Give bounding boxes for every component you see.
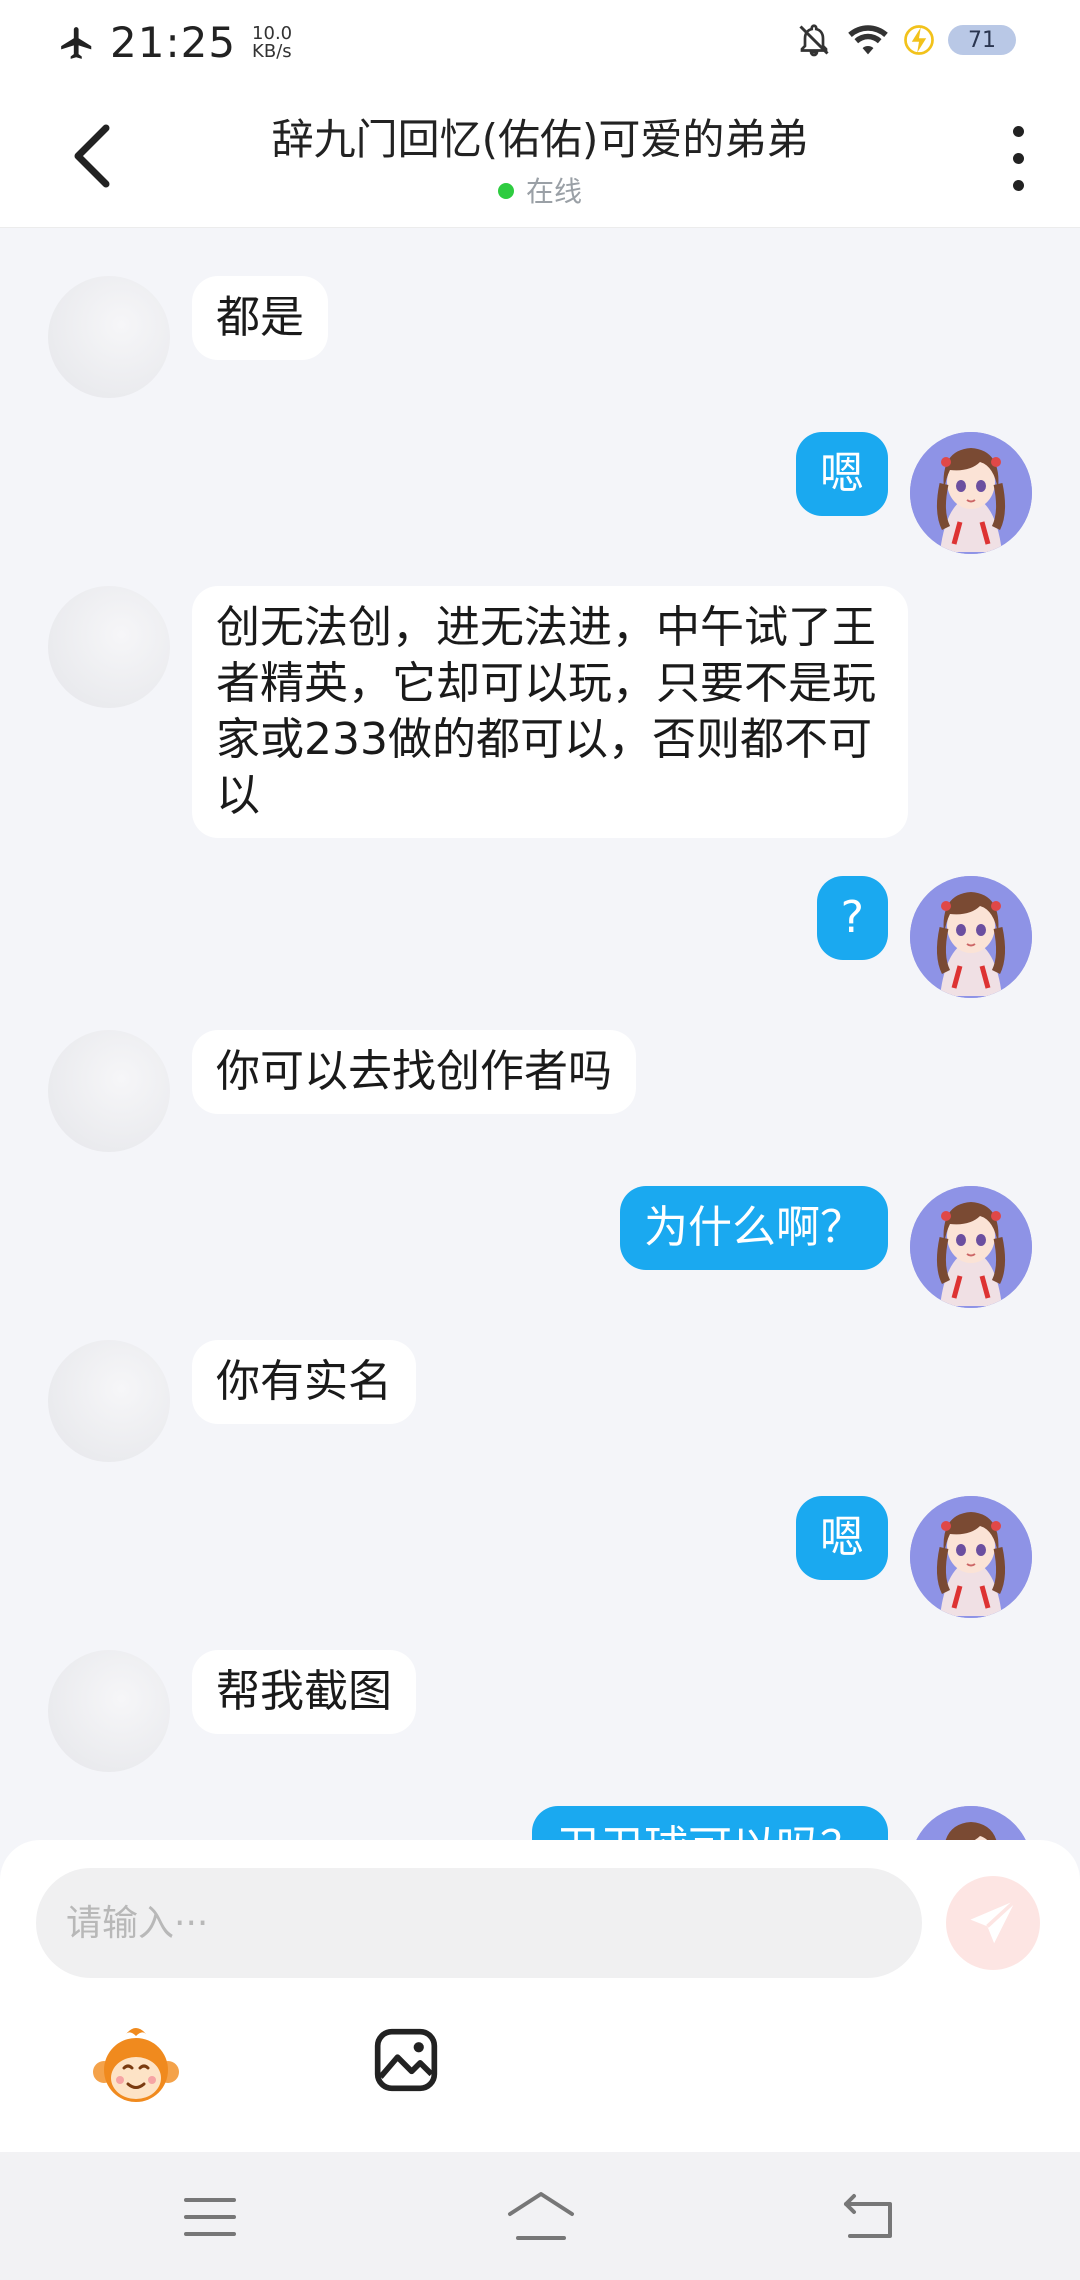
contact-avatar[interactable] — [48, 1650, 170, 1772]
message-bubble-sent[interactable]: 为什么啊？ — [620, 1186, 888, 1270]
send-button[interactable] — [946, 1876, 1040, 1970]
image-button[interactable] — [372, 2026, 440, 2094]
chat-title: 辞九门回忆(佑佑)可爱的弟弟 — [271, 115, 809, 164]
message-bubble-sent[interactable]: 卫卫球可以吗？ — [532, 1806, 888, 1840]
send-icon — [970, 1899, 1017, 1944]
home-button[interactable] — [506, 2190, 576, 2242]
battery-icon: 71 — [948, 25, 1016, 55]
message-bubble-received[interactable]: 创无法创，进无法进，中午试了王者精英，它却可以玩，只要不是玩家或233做的都可以… — [192, 586, 908, 838]
back-nav-button[interactable] — [842, 2192, 896, 2240]
image-icon — [374, 2028, 438, 2092]
message-bubble-sent[interactable]: ? — [816, 876, 888, 960]
message-composer — [0, 1840, 1080, 2152]
status-bar-right: 71 — [782, 22, 1016, 58]
wifi-icon — [848, 25, 888, 55]
mute-icon — [799, 24, 829, 57]
network-speed: 10.0 KB/s — [252, 22, 293, 62]
contact-avatar[interactable] — [48, 586, 170, 708]
anime-girl-avatar-icon — [910, 1186, 1032, 1308]
user-avatar[interactable] — [910, 876, 1032, 998]
monkey-face-icon — [93, 2028, 179, 2102]
user-avatar[interactable] — [910, 1496, 1032, 1618]
online-dot-icon — [497, 183, 514, 199]
network-speed-value: 10.0 — [252, 22, 293, 44]
message-bubble-received[interactable]: 帮我截图 — [192, 1650, 416, 1734]
more-dot-icon — [1012, 153, 1024, 164]
user-avatar[interactable] — [910, 1186, 1032, 1308]
system-navigation-bar — [0, 2152, 1080, 2280]
message-input[interactable] — [36, 1868, 922, 1978]
message-bubble-received[interactable]: 你有实名 — [192, 1340, 416, 1424]
anime-girl-avatar-icon — [910, 1496, 1032, 1618]
battery-level: 71 — [968, 27, 996, 53]
user-avatar[interactable] — [910, 1806, 1032, 1840]
message-bubble-sent[interactable]: 嗯 — [796, 432, 888, 516]
online-status-text: 在线 — [525, 175, 582, 208]
status-bar-left: 21:25 10.0 KB/s — [58, 18, 292, 67]
more-options-button[interactable] — [1006, 126, 1030, 192]
anime-girl-avatar-icon — [910, 876, 1032, 998]
anime-girl-avatar-icon — [910, 1806, 1032, 1840]
status-bar: 21:25 10.0 KB/s 71 — [0, 0, 1080, 84]
online-status: 在线 — [0, 170, 1080, 210]
network-speed-unit: KB/s — [252, 40, 292, 62]
message-bubble-sent[interactable]: 嗯 — [796, 1496, 888, 1580]
more-dot-icon — [1012, 180, 1024, 191]
contact-avatar[interactable] — [48, 276, 170, 398]
contact-avatar[interactable] — [48, 1340, 170, 1462]
anime-girl-avatar-icon — [910, 432, 1032, 554]
charging-icon — [904, 25, 934, 55]
user-avatar[interactable] — [910, 432, 1032, 554]
emoji-button[interactable] — [90, 2020, 182, 2112]
message-bubble-received[interactable]: 你可以去找创作者吗 — [192, 1030, 636, 1114]
more-dot-icon — [1012, 126, 1024, 137]
recent-apps-button[interactable] — [184, 2196, 236, 2238]
message-bubble-received[interactable]: 都是 — [192, 276, 328, 360]
airplane-mode-icon — [61, 26, 92, 59]
message-list[interactable]: 都是 嗯 创无法创，进无法进，中午试了王者精英，它却可以玩，只要不是玩家或233… — [0, 228, 1080, 1840]
clock: 21:25 — [110, 18, 237, 67]
contact-avatar[interactable] — [48, 1030, 170, 1152]
chat-header: 辞九门回忆(佑佑)可爱的弟弟 在线 — [0, 84, 1080, 228]
